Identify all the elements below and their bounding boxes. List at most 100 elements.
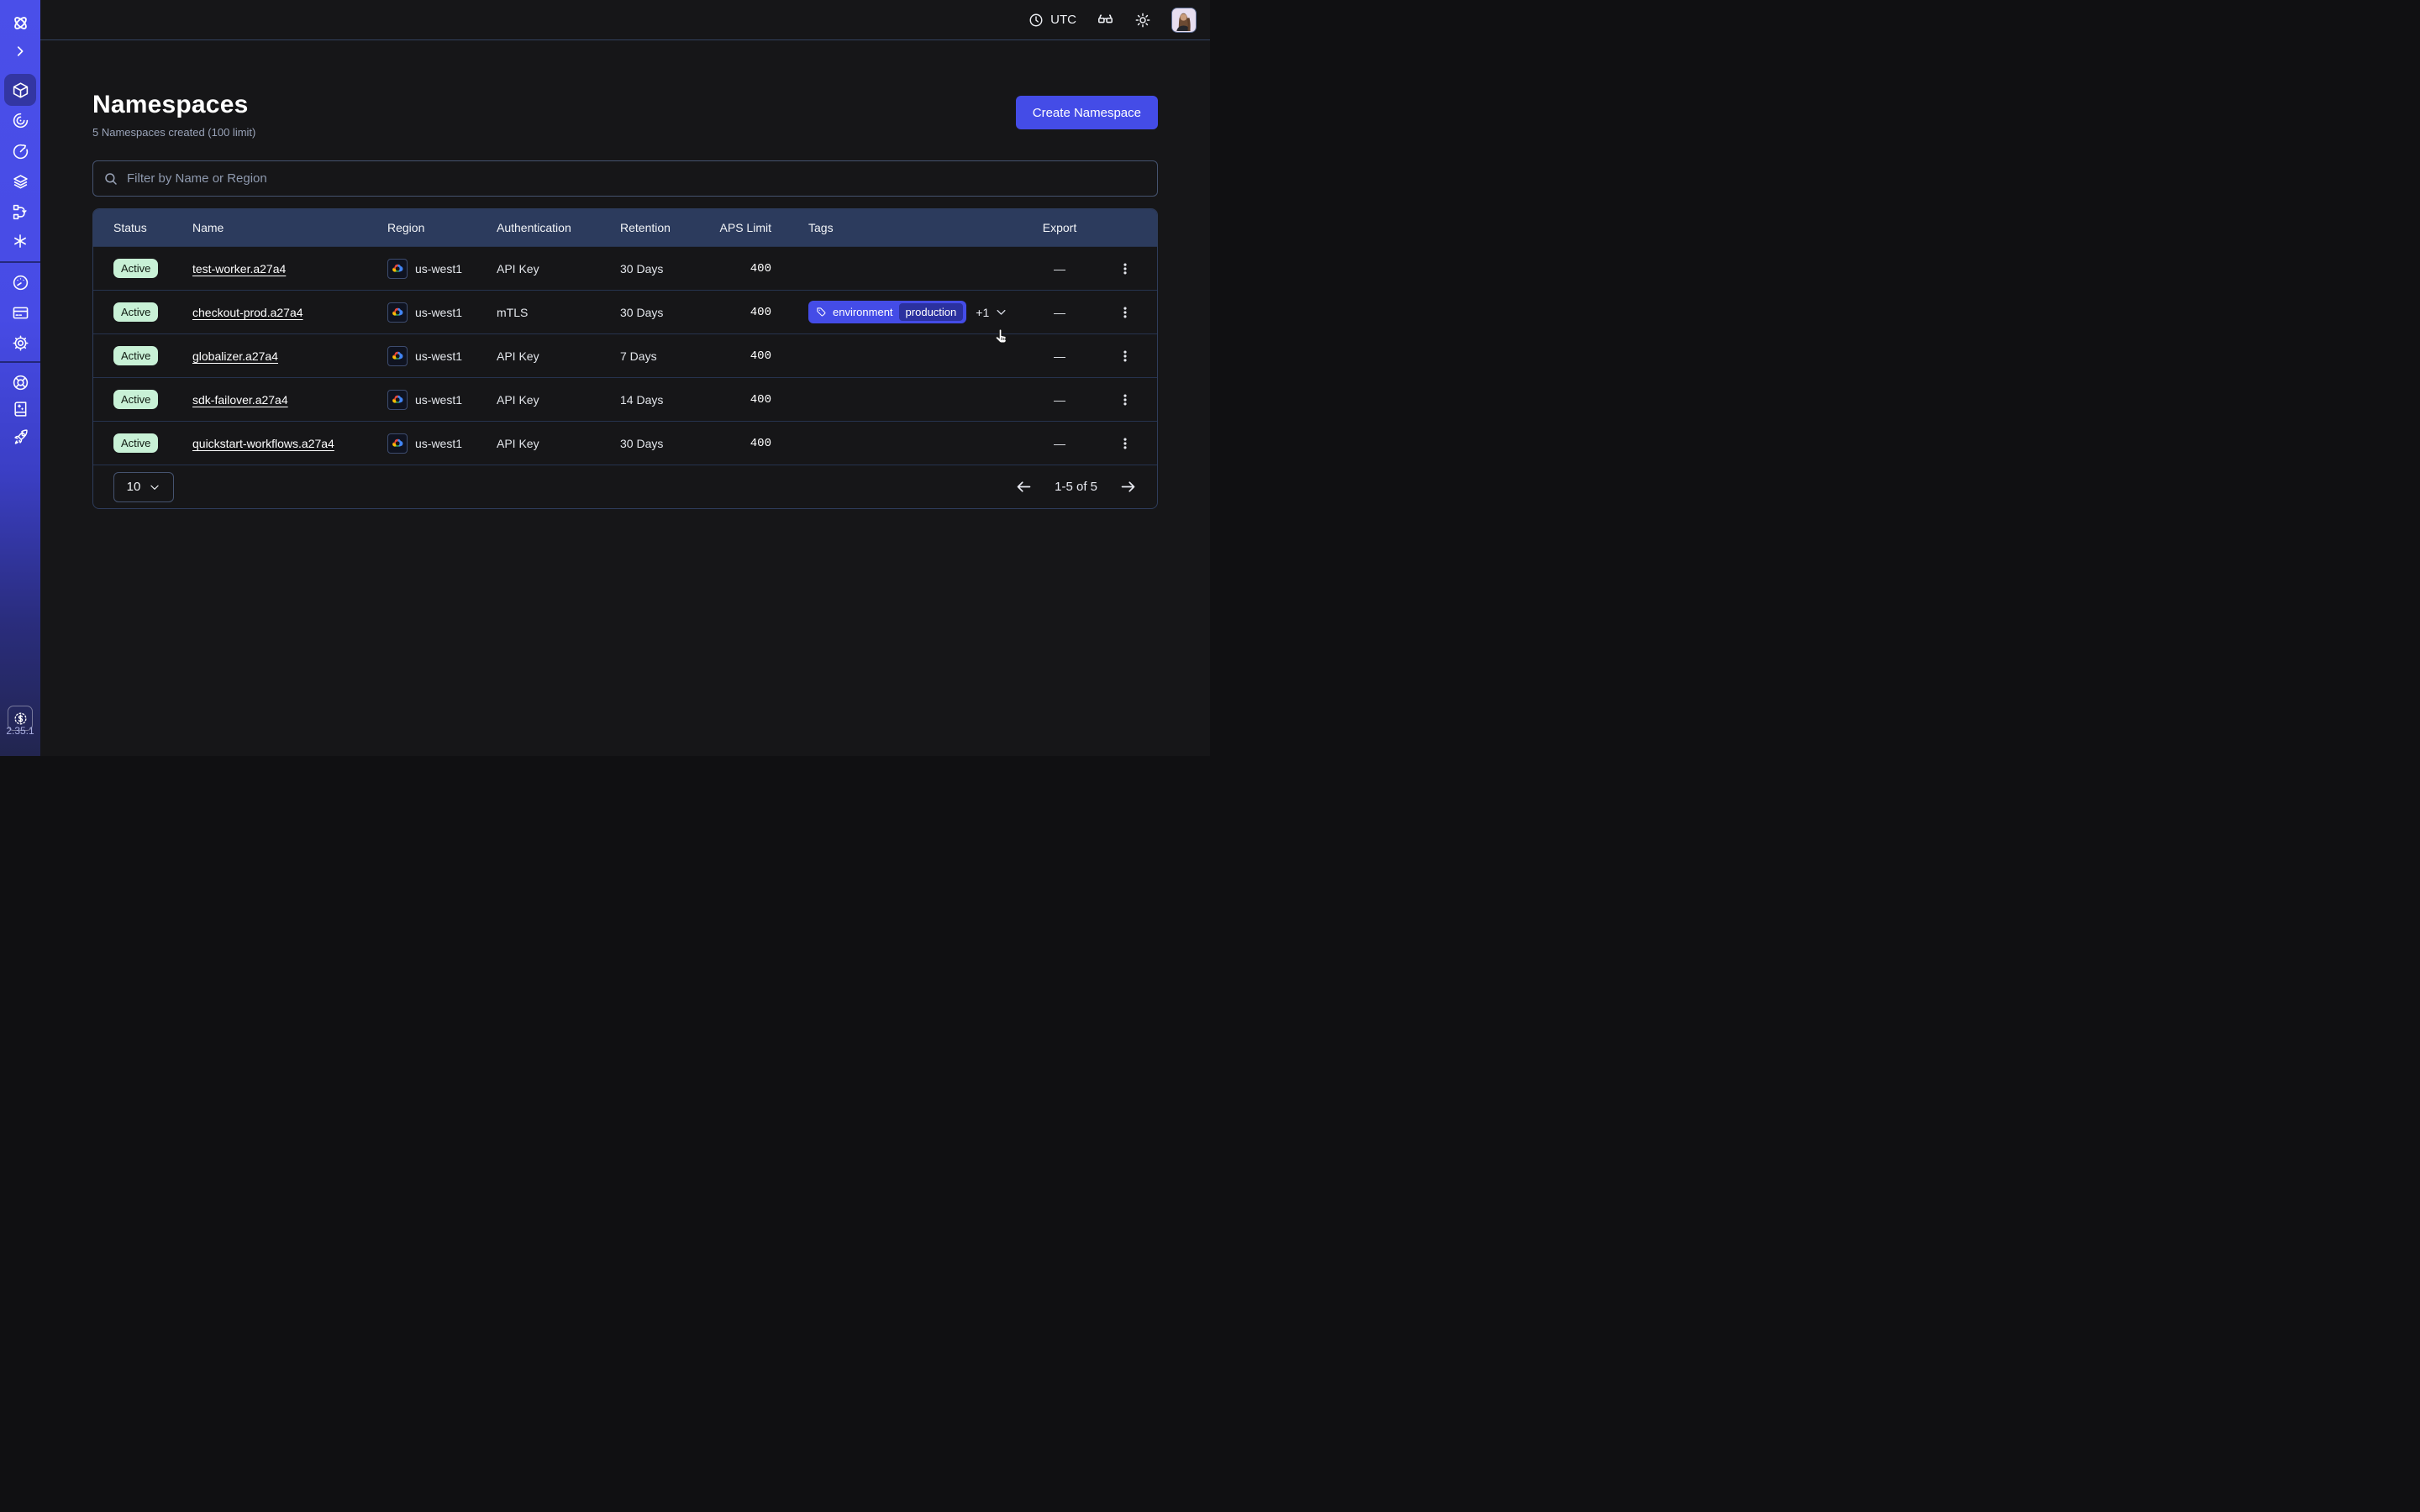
clock-icon <box>1028 13 1044 28</box>
layers-icon <box>12 173 29 191</box>
sidebar-item-settings[interactable] <box>0 328 40 357</box>
auth-method: API Key <box>497 393 620 407</box>
lifebuoy-icon <box>12 374 29 391</box>
temporal-logo-icon[interactable] <box>0 8 40 37</box>
kebab-menu-icon <box>1118 436 1133 451</box>
page-subtitle: 5 Namespaces created (100 limit) <box>92 126 1158 139</box>
namespaces-table: Status Name Region Authentication Retent… <box>92 208 1158 509</box>
column-header-aps-limit: APS Limit <box>713 221 771 234</box>
spiral-icon <box>12 112 29 129</box>
theme-toggle-button[interactable] <box>1134 12 1151 29</box>
retention-value: 30 Days <box>620 306 713 319</box>
namespace-link[interactable]: checkout-prod.a27a4 <box>192 306 303 319</box>
next-page-button[interactable] <box>1119 478 1137 496</box>
page-header: Namespaces 5 Namespaces created (100 lim… <box>92 91 1158 139</box>
table-row: Active globalizer.a27a4 us-west1 API Key… <box>93 333 1157 377</box>
timezone-button[interactable]: UTC <box>1028 13 1076 28</box>
row-actions-button[interactable] <box>1113 301 1137 324</box>
create-namespace-button[interactable]: Create Namespace <box>1016 96 1158 129</box>
asterisk-icon <box>12 233 29 249</box>
row-actions-button[interactable] <box>1113 257 1137 281</box>
aps-limit-value: 400 <box>713 262 771 276</box>
page-size-value: 10 <box>127 480 141 494</box>
retention-value: 14 Days <box>620 393 713 407</box>
google-cloud-icon <box>387 390 408 410</box>
sidebar-item-batch-operations[interactable] <box>0 227 40 255</box>
namespace-link[interactable]: test-worker.a27a4 <box>192 262 286 276</box>
user-avatar[interactable] <box>1171 8 1197 33</box>
sidebar: 2.35.1 <box>0 0 40 756</box>
kebab-menu-icon <box>1118 392 1133 407</box>
export-value: — <box>1009 262 1110 276</box>
column-header-retention: Retention <box>620 221 713 234</box>
timer-clock-icon <box>12 143 29 160</box>
expand-sidebar-chevron-icon[interactable] <box>0 37 40 66</box>
sidebar-item-billing[interactable] <box>0 298 40 327</box>
tag-icon <box>816 307 827 318</box>
sidebar-item-support[interactable] <box>0 368 40 396</box>
glasses-icon <box>1097 11 1114 29</box>
pagination-range: 1-5 of 5 <box>1055 480 1097 494</box>
arrow-left-icon <box>1015 478 1033 496</box>
sidebar-item-getting-started[interactable] <box>0 423 40 451</box>
sidebar-item-schedules[interactable] <box>0 137 40 165</box>
book-sparkle-icon <box>12 401 29 417</box>
timezone-label: UTC <box>1050 13 1076 27</box>
row-actions-button[interactable] <box>1113 432 1137 455</box>
table-row: Active quickstart-workflows.a27a4 us-wes… <box>93 421 1157 465</box>
page-title: Namespaces <box>92 91 1158 119</box>
export-value: — <box>1009 349 1110 363</box>
labs-mode-button[interactable] <box>1097 11 1114 29</box>
column-header-export: Export <box>1009 221 1110 234</box>
tag-key: environment <box>833 306 893 318</box>
sidebar-divider <box>0 361 40 363</box>
google-cloud-icon <box>387 433 408 454</box>
previous-page-button[interactable] <box>1015 478 1033 496</box>
aps-limit-value: 400 <box>713 393 771 407</box>
chevron-down-icon <box>149 481 160 493</box>
column-header-name: Name <box>192 221 387 234</box>
page-size-select[interactable]: 10 <box>113 472 174 502</box>
retention-value: 30 Days <box>620 262 713 276</box>
pagination: 1-5 of 5 <box>1015 478 1137 496</box>
region-label: us-west1 <box>415 437 462 450</box>
column-header-authentication: Authentication <box>497 221 620 234</box>
retention-value: 7 Days <box>620 349 713 363</box>
row-actions-button[interactable] <box>1113 388 1137 412</box>
kebab-menu-icon <box>1118 349 1133 364</box>
filter-input[interactable] <box>127 171 1147 186</box>
tag-value: production <box>899 303 964 321</box>
sidebar-item-namespaces[interactable] <box>0 76 40 104</box>
avatar-photo <box>1172 8 1195 31</box>
status-badge: Active <box>113 259 158 278</box>
google-cloud-icon <box>387 302 408 323</box>
tags-cell: environment production +1 <box>771 301 1009 323</box>
region-label: us-west1 <box>415 262 462 276</box>
tags-expand-chevron-icon[interactable] <box>995 306 1007 318</box>
namespace-link[interactable]: globalizer.a27a4 <box>192 349 278 363</box>
sidebar-item-deployments[interactable] <box>0 167 40 196</box>
tags-more-count[interactable]: +1 <box>976 306 989 319</box>
namespace-link[interactable]: quickstart-workflows.a27a4 <box>192 437 334 450</box>
sidebar-item-docs[interactable] <box>0 395 40 423</box>
table-row: Active sdk-failover.a27a4 us-west1 API K… <box>93 377 1157 421</box>
sidebar-item-nexus[interactable] <box>0 197 40 226</box>
namespace-link[interactable]: sdk-failover.a27a4 <box>192 393 288 407</box>
search-icon <box>103 171 118 186</box>
table-footer: 10 1-5 of 5 <box>93 465 1157 508</box>
sidebar-item-workflows[interactable] <box>0 106 40 134</box>
dollar-badge-icon <box>13 711 29 727</box>
table-row: Active test-worker.a27a4 us-west1 API Ke… <box>93 246 1157 290</box>
table-row: Active checkout-prod.a27a4 us-west1 mTLS… <box>93 290 1157 333</box>
column-header-tags: Tags <box>771 221 1009 234</box>
row-actions-button[interactable] <box>1113 344 1137 368</box>
sidebar-item-usage[interactable] <box>0 268 40 297</box>
status-badge: Active <box>113 346 158 365</box>
aps-limit-value: 400 <box>713 437 771 450</box>
gauge-icon <box>12 274 29 291</box>
arrow-right-icon <box>1119 478 1137 496</box>
sidebar-divider <box>0 261 40 263</box>
tag-pill[interactable]: environment production <box>808 301 966 323</box>
app-window: 2.35.1 UTC <box>0 0 1210 756</box>
export-value: — <box>1009 306 1110 319</box>
